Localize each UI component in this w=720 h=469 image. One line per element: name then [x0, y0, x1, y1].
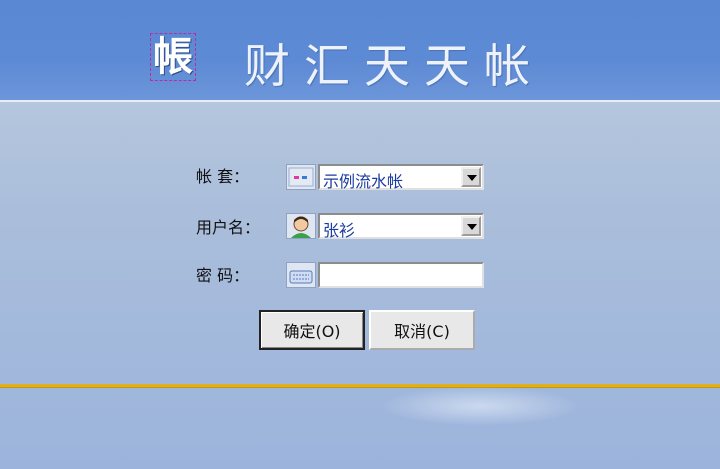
keyboard-icon [286, 262, 316, 288]
account-set-select[interactable]: 示例流水帐 [318, 164, 484, 191]
app-title: 财汇天天帐 [244, 39, 544, 93]
ledger-icon [286, 164, 316, 190]
account-set-value: 示例流水帐 [323, 172, 404, 191]
user-avatar-icon [286, 213, 316, 239]
chevron-down-icon[interactable] [461, 216, 481, 236]
app-logo: 帳 [150, 33, 196, 81]
password-label: 密 码： [196, 266, 250, 285]
cancel-button[interactable]: 取消(C) [369, 310, 475, 350]
chevron-down-icon[interactable] [461, 167, 481, 187]
account-set-label: 帐 套： [196, 167, 250, 186]
username-select[interactable]: 张衫 [318, 213, 484, 240]
accent-divider [0, 384, 720, 387]
login-window: 帳 财汇天天帐 帐 套： 示例流水帐 用户名： 张衫 密 码： 确定(O) 取消… [0, 0, 720, 469]
username-label: 用户名： [196, 218, 261, 237]
header-banner: 帳 财汇天天帐 [0, 0, 720, 102]
ok-button[interactable]: 确定(O) [259, 310, 365, 350]
password-field[interactable] [318, 262, 484, 288]
username-value: 张衫 [323, 221, 356, 240]
decorative-glow [380, 386, 580, 426]
